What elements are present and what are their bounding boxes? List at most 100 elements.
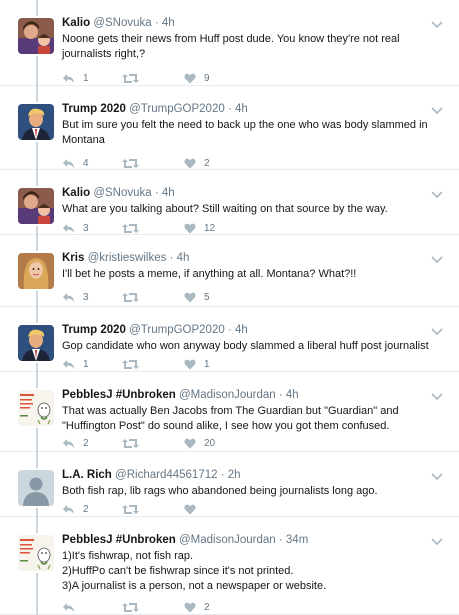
tweet[interactable]: Kalio @SNovuka · 4h What are you talking … (0, 170, 459, 235)
retweet-button[interactable] (122, 221, 147, 235)
display-name[interactable]: Trump 2020 (62, 103, 126, 115)
chevron-down-icon[interactable] (431, 388, 443, 401)
reply-button[interactable]: 1 (62, 357, 89, 371)
user-handle[interactable]: @MadisonJourdan (179, 389, 276, 401)
tweet[interactable]: PebblesJ #Unbroken @MadisonJourdan · 4h T… (0, 372, 459, 452)
like-button[interactable]: 5 (184, 290, 210, 304)
tweet[interactable]: L.A. Rich @Richard44561712 · 2h Both fish… (0, 452, 459, 517)
chevron-down-icon[interactable] (431, 323, 443, 336)
tweet[interactable]: PebblesJ #Unbroken @MadisonJourdan · 34m… (0, 517, 459, 615)
separator-dot: · (224, 324, 235, 336)
display-name[interactable]: Kalio (62, 17, 90, 29)
separator-dot: · (217, 469, 228, 481)
like-button[interactable]: 9 (184, 71, 210, 85)
user-handle[interactable]: @Richard44561712 (115, 469, 217, 481)
thread-connector (36, 508, 38, 517)
user-handle[interactable]: @SNovuka (93, 17, 151, 29)
tweet-text: What are you talking about? Still waitin… (62, 203, 388, 215)
like-button[interactable]: 20 (184, 436, 215, 450)
chevron-down-icon[interactable] (431, 468, 443, 481)
thread-connector (36, 235, 38, 251)
avatar[interactable] (18, 390, 54, 426)
display-name[interactable]: Trump 2020 (62, 324, 126, 336)
retweet-button[interactable] (122, 502, 147, 516)
retweet-button[interactable] (122, 71, 147, 85)
thread-connector (36, 56, 38, 86)
chevron-down-icon[interactable] (431, 533, 443, 546)
reply-button[interactable]: 2 (62, 502, 89, 516)
timestamp[interactable]: 2h (228, 469, 241, 481)
avatar[interactable] (18, 188, 54, 224)
avatar[interactable] (18, 18, 54, 54)
tweet[interactable]: Trump 2020 @TrumpGOP2020 · 4h Gop candida… (0, 307, 459, 372)
timestamp[interactable]: 4h (177, 252, 190, 264)
display-name[interactable]: Kris (62, 252, 84, 264)
retweet-button[interactable] (122, 436, 147, 450)
reply-button[interactable]: 1 (62, 71, 89, 85)
tweet-actions: 35 (62, 290, 292, 304)
user-handle[interactable]: @MadisonJourdan (179, 534, 276, 546)
retweet-button[interactable] (122, 357, 147, 371)
timestamp[interactable]: 4h (286, 389, 299, 401)
reply-button[interactable]: 3 (62, 290, 89, 304)
timestamp[interactable]: 4h (162, 17, 175, 29)
like-count: 9 (204, 72, 210, 84)
display-name[interactable]: Kalio (62, 187, 90, 199)
user-handle[interactable]: @SNovuka (93, 187, 151, 199)
avatar[interactable] (18, 104, 54, 140)
thread-connector (36, 517, 38, 533)
reply-button[interactable]: 4 (62, 156, 89, 170)
heart-icon (184, 602, 196, 613)
thread-connector (36, 86, 38, 102)
timestamp[interactable]: 4h (162, 187, 175, 199)
reply-count: 2 (83, 437, 89, 449)
avatar[interactable] (18, 535, 54, 571)
tweet[interactable]: Kalio @SNovuka · 4h Noone gets their news… (0, 0, 459, 86)
reply-count: 3 (83, 291, 89, 303)
thread-connector (36, 226, 38, 235)
reply-icon (62, 504, 75, 515)
heart-icon (184, 292, 196, 303)
avatar[interactable] (18, 470, 54, 506)
retweet-icon (122, 73, 139, 84)
retweet-button[interactable] (122, 156, 147, 170)
chevron-down-icon[interactable] (431, 102, 443, 115)
timestamp[interactable]: 4h (235, 103, 248, 115)
reply-button[interactable]: 2 (62, 436, 89, 450)
like-button[interactable]: 1 (184, 357, 210, 371)
tweet-actions: 2 (62, 600, 292, 614)
like-button[interactable]: 2 (184, 156, 210, 170)
retweet-button[interactable] (122, 290, 147, 304)
reply-button[interactable]: 3 (62, 221, 89, 235)
display-name[interactable]: PebblesJ #Unbroken (62, 534, 176, 546)
display-name[interactable]: PebblesJ #Unbroken (62, 389, 176, 401)
user-handle[interactable]: @TrumpGOP2020 (129, 324, 225, 336)
timestamp[interactable]: 34m (286, 534, 308, 546)
avatar[interactable] (18, 325, 54, 361)
retweet-button[interactable] (122, 600, 147, 614)
thread-connector (36, 452, 38, 468)
like-count: 20 (204, 437, 216, 449)
chevron-down-icon[interactable] (431, 16, 443, 29)
tweet-text: Gop candidate who won anyway body slamme… (62, 340, 429, 352)
user-handle[interactable]: @kristieswilkes (88, 252, 167, 264)
display-name[interactable]: L.A. Rich (62, 469, 112, 481)
retweet-icon (122, 292, 139, 303)
user-handle[interactable]: @TrumpGOP2020 (129, 103, 225, 115)
chevron-down-icon[interactable] (431, 186, 443, 199)
tweet[interactable]: Kris @kristieswilkes · 4h I'll bet he pos… (0, 235, 459, 307)
avatar[interactable] (18, 253, 54, 289)
reply-icon (62, 223, 75, 234)
like-button[interactable]: 2 (184, 600, 210, 614)
reply-count: 2 (83, 503, 89, 515)
tweet-content: PebblesJ #Unbroken @MadisonJourdan · 34m… (62, 533, 435, 594)
reply-count: 3 (83, 222, 89, 234)
like-button[interactable]: 12 (184, 221, 215, 235)
separator-dot: · (224, 103, 235, 115)
retweet-icon (122, 223, 139, 234)
timestamp[interactable]: 4h (235, 324, 248, 336)
chevron-down-icon[interactable] (431, 251, 443, 264)
like-button[interactable] (184, 502, 204, 516)
reply-button[interactable] (62, 600, 83, 614)
tweet[interactable]: Trump 2020 @TrumpGOP2020 · 4h But im sure… (0, 86, 459, 170)
